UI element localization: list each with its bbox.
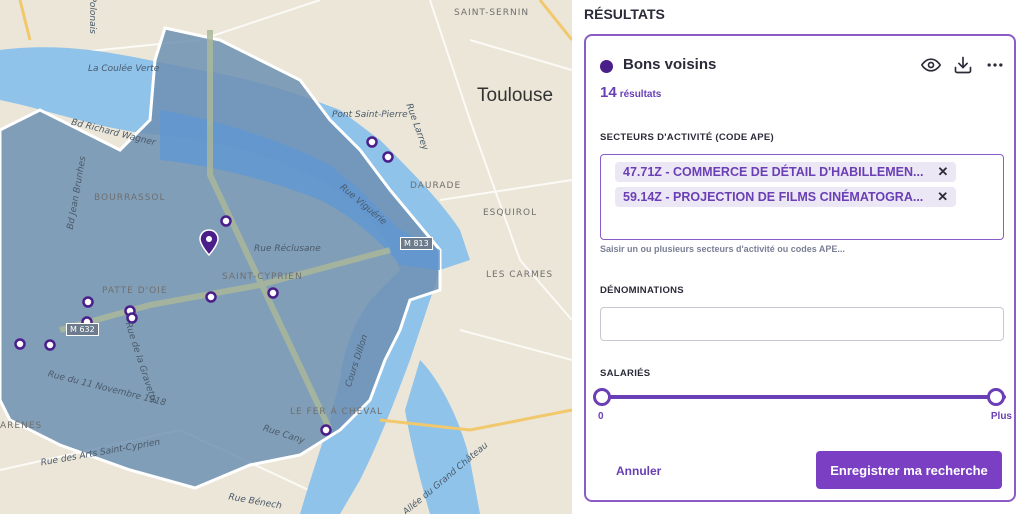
street-label: Pont Saint-Pierre <box>332 110 408 120</box>
street-label: Rue Polonais <box>86 0 97 34</box>
district-label: LE FER À CHEVAL <box>290 407 384 417</box>
result-marker[interactable] <box>44 339 56 351</box>
sector-tag-label: 59.14Z - PROJECTION DE FILMS CINÉMATOGRA… <box>623 190 924 204</box>
save-search-button[interactable]: Enregistrer ma recherche <box>816 451 1002 489</box>
names-label: DÉNOMINATIONS <box>600 285 684 296</box>
employees-label: SALARIÉS <box>600 368 651 379</box>
result-marker[interactable] <box>382 151 394 163</box>
result-count-label: résultats <box>619 89 662 100</box>
result-marker[interactable] <box>267 287 279 299</box>
sector-tag[interactable]: 59.14Z - PROJECTION DE FILMS CINÉMATOGRA… <box>615 187 957 207</box>
remove-tag-icon[interactable]: ✕ <box>937 189 948 205</box>
more-icon[interactable] <box>984 54 1006 76</box>
search-name: Bons voisins <box>623 56 717 73</box>
cancel-button[interactable]: Annuler <box>616 464 661 478</box>
street-label: Rue Réclusane <box>254 244 321 254</box>
sectors-hint: Saisir un ou plusieurs secteurs d'activi… <box>600 244 845 254</box>
result-count-number: 14 <box>600 84 617 101</box>
result-marker[interactable] <box>366 136 378 148</box>
result-marker[interactable] <box>220 215 232 227</box>
result-marker[interactable] <box>205 291 217 303</box>
district-label: SAINT-CYPRIEN <box>222 272 303 282</box>
result-count: 14 résultats <box>600 84 661 102</box>
sector-tag-label: 47.71Z - COMMERCE DE DÉTAIL D'HABILLEMEN… <box>623 165 924 179</box>
remove-tag-icon[interactable]: ✕ <box>937 164 948 180</box>
employees-slider-min-handle[interactable] <box>593 388 611 406</box>
district-label: BOURRASSOL <box>94 193 166 203</box>
road-badge: M 632 <box>66 323 99 336</box>
employees-min-label: 0 <box>598 411 604 422</box>
sectors-input[interactable]: 47.71Z - COMMERCE DE DÉTAIL D'HABILLEMEN… <box>600 154 1004 240</box>
district-label: DAURADE <box>410 181 462 191</box>
city-label: Toulouse <box>477 85 554 106</box>
eye-icon[interactable] <box>920 54 942 76</box>
employees-slider-track[interactable] <box>600 395 1006 399</box>
employees-slider-max-handle[interactable] <box>987 388 1005 406</box>
results-panel: RÉSULTATS Bons voisins 14 résultats SECTE… <box>572 0 1024 514</box>
results-heading: RÉSULTATS <box>584 6 665 22</box>
road-badge: M 813 <box>400 237 433 250</box>
result-marker[interactable] <box>320 424 332 436</box>
sectors-label: SECTEURS D'ACTIVITÉ (CODE APE) <box>600 132 775 143</box>
download-icon[interactable] <box>952 54 974 76</box>
district-label: LES CARMES <box>486 270 554 280</box>
employees-max-label: Plus <box>990 411 1012 422</box>
names-input[interactable] <box>600 307 1004 341</box>
district-label: ESQUIROL <box>483 208 538 218</box>
map-view[interactable]: Toulouse BOURRASSOL SAINT-CYPRIEN PATTE … <box>0 0 572 514</box>
sector-tag[interactable]: 47.71Z - COMMERCE DE DÉTAIL D'HABILLEMEN… <box>615 162 957 182</box>
district-label: PATTE D'OIE <box>102 286 168 296</box>
street-label: La Coulée Verte <box>88 64 160 74</box>
search-color-dot <box>600 60 613 73</box>
district-label: SAINT-SERNIN <box>454 8 530 18</box>
result-marker[interactable] <box>82 296 94 308</box>
district-label: ARÈNES <box>0 421 43 431</box>
result-marker[interactable] <box>14 338 26 350</box>
saved-search-card: Bons voisins 14 résultats SECTEURS D'ACTI… <box>584 34 1016 502</box>
